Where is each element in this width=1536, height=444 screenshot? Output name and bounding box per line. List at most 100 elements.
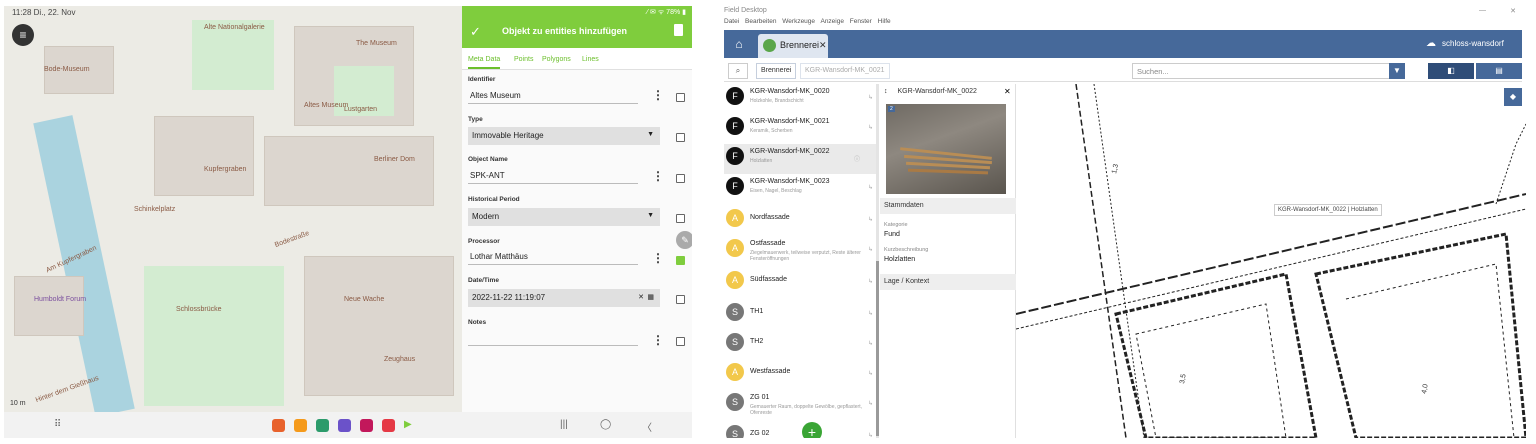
datetime-checkbox[interactable] bbox=[676, 295, 685, 304]
jump-icon[interactable]: ↳ bbox=[868, 400, 873, 407]
field-label: Object Name bbox=[468, 156, 508, 163]
type-value: Immovable Heritage bbox=[472, 131, 544, 140]
cloud-sync-icon[interactable]: ☁ bbox=[1426, 38, 1436, 49]
filter-icon[interactable]: ▼ bbox=[1389, 63, 1405, 79]
list-item[interactable]: F KGR-Wansdorf-MK_0020 Holzkohle, Brands… bbox=[724, 84, 876, 114]
calendar-icon[interactable]: ▦ bbox=[647, 293, 654, 301]
project-name[interactable]: schloss-wansdorf bbox=[1442, 39, 1504, 48]
add-resource-button[interactable]: + bbox=[802, 422, 822, 438]
list-item[interactable]: A Nordfassade ↳ bbox=[724, 206, 876, 236]
list-item[interactable]: F KGR-Wansdorf-MK_0023 Eisen, Nagel, Bes… bbox=[724, 174, 876, 204]
tab-meta-data[interactable]: Meta Data bbox=[468, 56, 501, 69]
resource-photo[interactable]: 2 bbox=[886, 104, 1006, 194]
back-button[interactable]: 〈 bbox=[642, 419, 652, 434]
clear-icon[interactable]: ✕ bbox=[638, 293, 644, 301]
minimize-icon[interactable]: — bbox=[1479, 7, 1486, 14]
jump-icon[interactable]: ↳ bbox=[868, 310, 873, 317]
architecture-category-icon: A bbox=[726, 239, 744, 257]
map-view[interactable]: Alte Nationalgalerie The Museum Altes Mu… bbox=[4, 6, 462, 412]
list-item[interactable]: S ZG 02 ↳ bbox=[724, 422, 876, 438]
identifier-checkbox[interactable] bbox=[676, 93, 685, 102]
list-item[interactable]: F KGR-Wansdorf-MK_0021 Keramik, Scherben… bbox=[724, 114, 876, 144]
item-subtitle: Ziegelmauerwerk, teilweise verputzt, Res… bbox=[750, 250, 861, 262]
tab-brennerei[interactable]: Brennerei ✕ bbox=[758, 34, 828, 58]
close-tab-icon[interactable]: ✕ bbox=[819, 40, 827, 51]
play-store-icon[interactable]: ▶ bbox=[404, 419, 412, 430]
info-icon[interactable]: ⓘ bbox=[854, 154, 860, 163]
jump-icon[interactable]: ↳ bbox=[868, 370, 873, 377]
jump-icon[interactable]: ↳ bbox=[868, 184, 873, 191]
more-options-icon[interactable]: ⋮ bbox=[652, 89, 664, 101]
jump-icon[interactable]: ↳ bbox=[868, 340, 873, 347]
app-icon[interactable] bbox=[316, 419, 329, 432]
historical-period-checkbox[interactable] bbox=[676, 214, 685, 223]
section-header[interactable]: Stammdaten bbox=[880, 198, 1016, 214]
app-icon[interactable] bbox=[382, 419, 395, 432]
menu-button[interactable]: ≡ bbox=[12, 24, 34, 46]
jump-icon[interactable]: ↳ bbox=[868, 246, 873, 253]
menu-item-edit[interactable]: Bearbeiten bbox=[745, 18, 776, 25]
close-window-icon[interactable]: ✕ bbox=[1510, 7, 1516, 15]
object-name-checkbox[interactable] bbox=[676, 174, 685, 183]
close-detail-icon[interactable]: ✕ bbox=[1004, 87, 1011, 96]
list-item[interactable]: S TH2 ↳ bbox=[724, 330, 876, 360]
jump-icon[interactable]: ↳ bbox=[868, 278, 873, 285]
processor-field[interactable]: Lothar Matthäus bbox=[468, 249, 638, 265]
jump-icon[interactable]: ↳ bbox=[868, 432, 873, 438]
jump-icon[interactable]: ↳ bbox=[868, 124, 873, 131]
scrollbar-thumb[interactable] bbox=[876, 261, 879, 436]
breadcrumb-item[interactable]: KGR-Wansdorf-MK_0021 bbox=[800, 63, 890, 79]
list-item[interactable]: A Ostfassade Ziegelmauerwerk, teilweise … bbox=[724, 236, 876, 272]
confirm-check-icon[interactable]: ✓ bbox=[470, 24, 481, 40]
breadcrumb-item[interactable]: Brennerei bbox=[756, 63, 797, 79]
more-options-icon[interactable]: ⋮ bbox=[652, 334, 664, 346]
type-checkbox[interactable] bbox=[676, 133, 685, 142]
recents-button[interactable]: ||| bbox=[560, 419, 568, 430]
list-item[interactable]: S ZG 01 Gemauerter Raum, doppelte Gewölb… bbox=[724, 390, 876, 424]
datetime-field[interactable]: 2022-11-22 11:19:07 ✕ ▦ bbox=[468, 289, 660, 307]
jump-icon[interactable]: ↳ bbox=[868, 94, 873, 101]
app-icon[interactable] bbox=[360, 419, 373, 432]
expand-icon[interactable]: ↕ bbox=[884, 88, 888, 95]
object-name-field[interactable]: SPK-ANT bbox=[468, 168, 638, 184]
historical-period-select[interactable]: Modern ▼ bbox=[468, 208, 660, 226]
type-select[interactable]: Immovable Heritage ▼ bbox=[468, 127, 660, 145]
search-input[interactable]: Suchen... bbox=[1132, 63, 1390, 79]
tab-lines[interactable]: Lines bbox=[582, 56, 599, 63]
tab-polygons[interactable]: Polygons bbox=[542, 56, 571, 63]
app-drawer-icon[interactable]: ⠿ bbox=[54, 419, 61, 430]
section-header[interactable]: Lage / Kontext bbox=[880, 274, 1016, 290]
more-options-icon[interactable]: ⋮ bbox=[652, 170, 664, 182]
list-item[interactable]: A Westfassade ↳ bbox=[724, 360, 876, 390]
edit-pencil-icon[interactable]: ✎ bbox=[676, 231, 692, 249]
identifier-field[interactable]: Altes Museum bbox=[468, 88, 638, 104]
menu-item-view[interactable]: Anzeige bbox=[820, 18, 844, 25]
menu-item-file[interactable]: Datei bbox=[724, 18, 739, 25]
item-title: TH1 bbox=[750, 308, 764, 315]
delete-icon[interactable] bbox=[674, 24, 683, 36]
app-icon[interactable] bbox=[272, 419, 285, 432]
map-view-button[interactable]: ◧ bbox=[1428, 63, 1474, 79]
window-titlebar: Field Desktop — ✕ bbox=[720, 6, 1526, 18]
app-icon[interactable] bbox=[338, 419, 351, 432]
app-icon[interactable] bbox=[294, 419, 307, 432]
list-view-button[interactable]: ▤ bbox=[1476, 63, 1522, 79]
layers-icon[interactable]: ◆ bbox=[1504, 88, 1522, 106]
home-icon[interactable]: ⌂ bbox=[724, 30, 754, 58]
menu-item-window[interactable]: Fenster bbox=[850, 18, 872, 25]
menu-item-tools[interactable]: Werkzeuge bbox=[782, 18, 815, 25]
menu-item-help[interactable]: Hilfe bbox=[878, 18, 891, 25]
tab-points[interactable]: Points bbox=[514, 56, 533, 63]
more-options-icon[interactable]: ⋮ bbox=[652, 252, 664, 264]
notes-checkbox[interactable] bbox=[676, 337, 685, 346]
processor-checkbox[interactable] bbox=[676, 256, 685, 265]
site-plan-map[interactable]: 3,5 4,0 1,3 KGR-Wansdorf-MK_0022 | Holzl… bbox=[1016, 84, 1526, 438]
search-icon[interactable]: ⌕ bbox=[728, 63, 748, 79]
home-button[interactable]: ◯ bbox=[600, 419, 611, 430]
jump-icon[interactable]: ↳ bbox=[868, 216, 873, 223]
list-item[interactable]: A Südfassade ↳ bbox=[724, 268, 876, 298]
item-subtitle: Keramik, Scherben bbox=[750, 128, 793, 134]
list-item[interactable]: S TH1 ↳ bbox=[724, 300, 876, 330]
list-item-selected[interactable]: F KGR-Wansdorf-MK_0022 Holzlatten ⓘ bbox=[724, 144, 876, 174]
notes-field[interactable] bbox=[468, 330, 638, 346]
